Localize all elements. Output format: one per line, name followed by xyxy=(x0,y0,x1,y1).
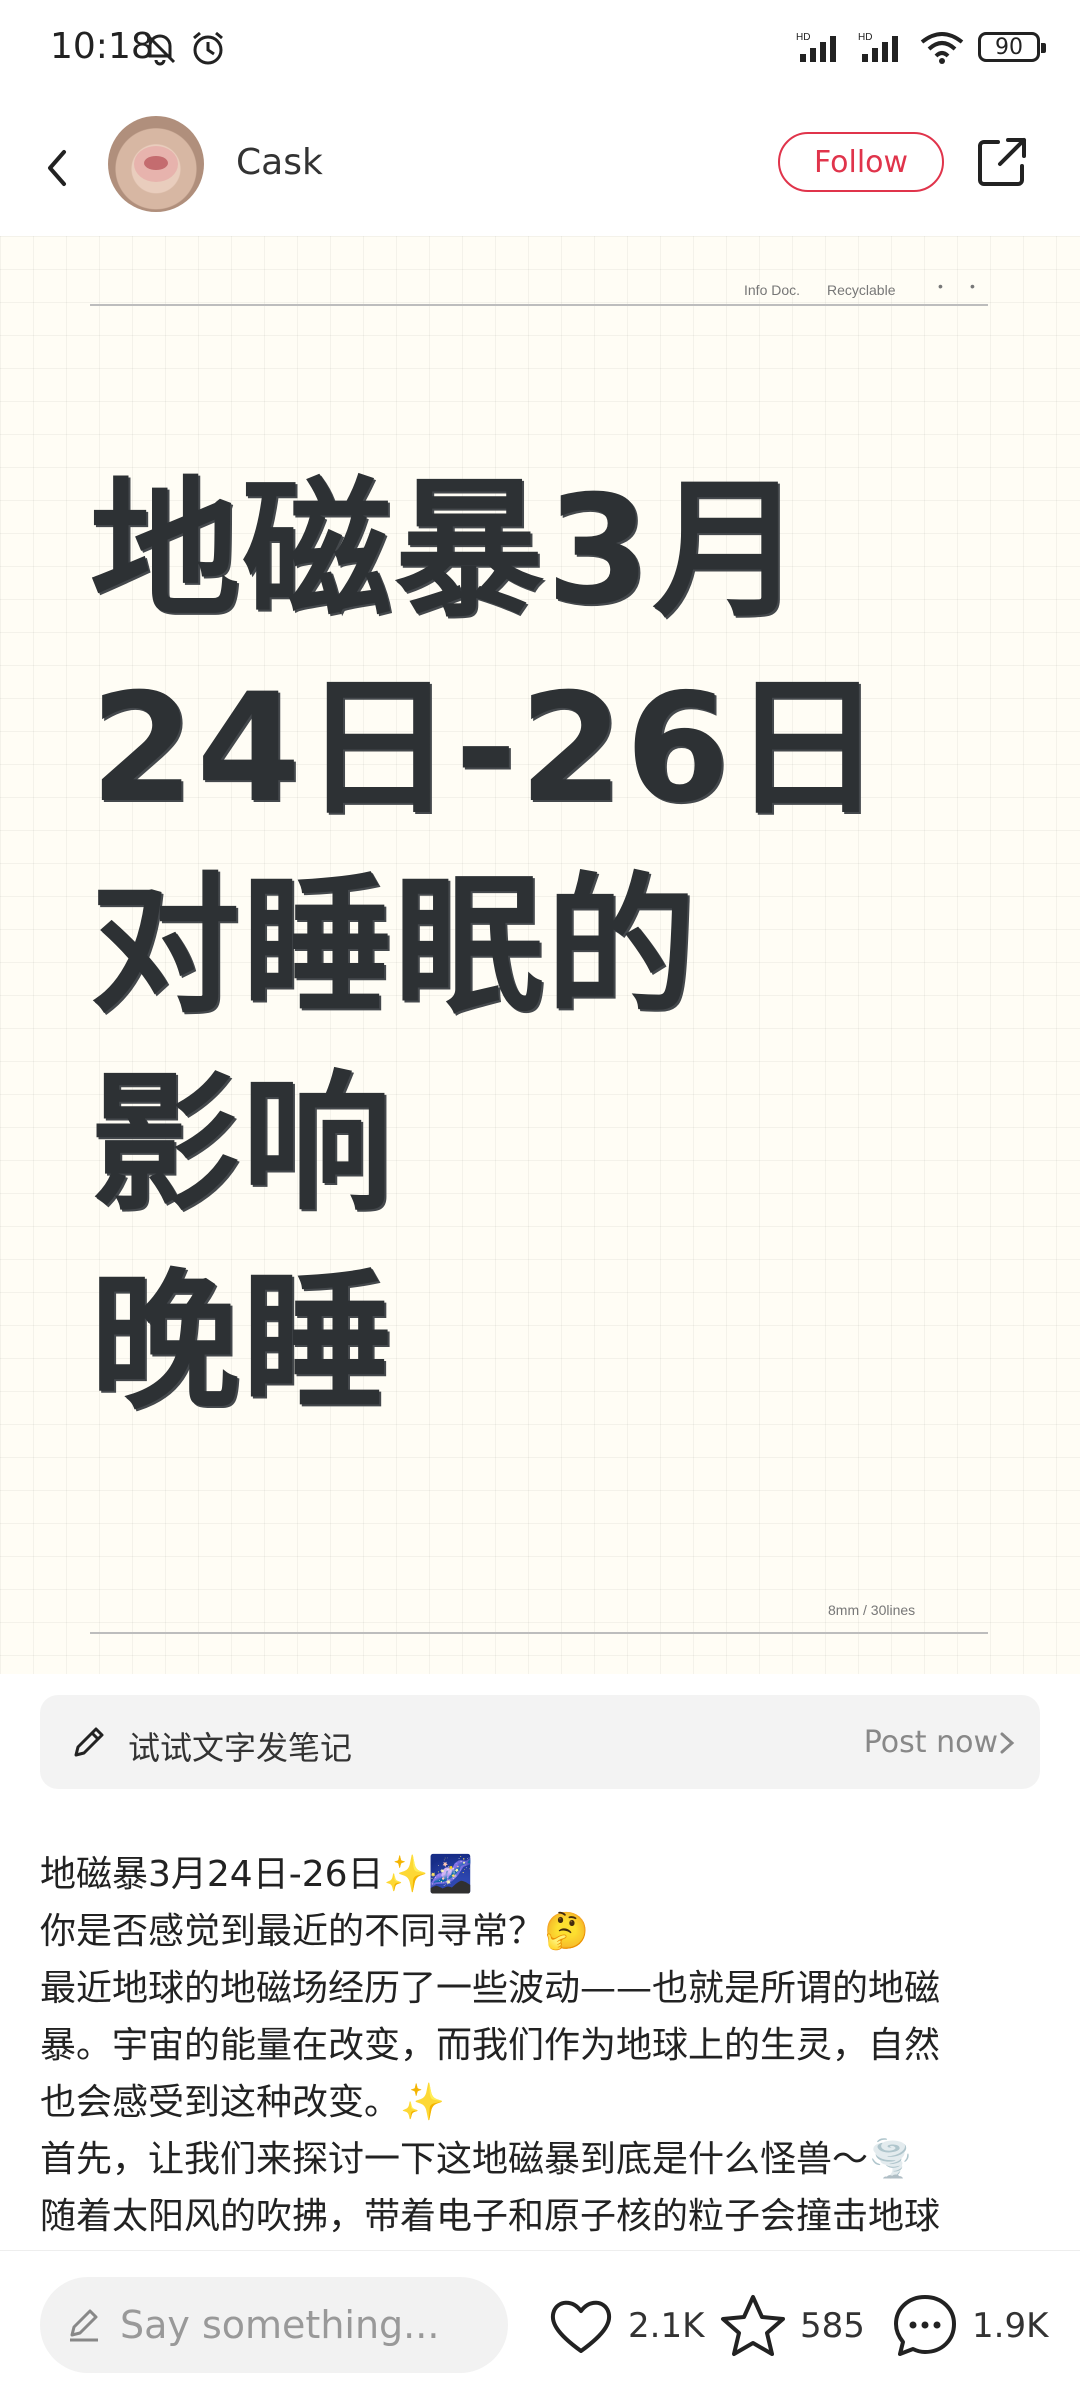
text-note-prompt: 试试文字发笔记 xyxy=(128,1729,353,1767)
wifi-icon xyxy=(920,32,964,64)
cover-bottom-rule xyxy=(90,1632,988,1634)
like-count: 2.1K xyxy=(628,2306,705,2346)
cover-footer-label: 8mm / 30lines xyxy=(828,1602,916,1618)
text-note-prompt-bar[interactable]: 试试文字发笔记 Post now xyxy=(40,1695,1040,1789)
post-body-line: 地磁暴3月24日-26日✨🌌 xyxy=(40,1854,474,1895)
cover-dot: • xyxy=(938,278,943,294)
cover-title-line: 对睡眠的 xyxy=(90,860,699,1034)
cover-title-line: 晚睡 xyxy=(90,1256,395,1430)
comment-bubble-icon xyxy=(894,2295,956,2356)
like-button[interactable]: 2.1K xyxy=(546,2291,704,2361)
battery-icon: 90 xyxy=(978,32,1046,62)
post-body: 地磁暴3月24日-26日✨🌌 你是否感觉到最近的不同寻常？🤔 最近地球的地磁场经… xyxy=(40,1846,1050,2245)
status-time: 10:18 xyxy=(50,26,154,67)
cover-top-rule xyxy=(90,304,988,306)
svg-text:HD: HD xyxy=(796,32,810,43)
bell-muted-icon xyxy=(144,32,176,66)
svg-text:HD: HD xyxy=(858,32,872,43)
pen-icon xyxy=(70,2309,98,2342)
cover-title-line: 影响 xyxy=(90,1058,395,1232)
post-body-line: 也会感受到这种改变。✨ xyxy=(40,2082,445,2123)
battery-level: 90 xyxy=(995,34,1023,60)
bottom-action-bar: Say something... 2.1K 585 1.9K xyxy=(0,2250,1080,2401)
back-icon[interactable] xyxy=(28,138,88,198)
follow-button[interactable]: Follow xyxy=(778,132,944,192)
cover-title: 地磁暴3月 24日-26日 对睡眠的 影响 晚睡 xyxy=(90,452,990,1442)
share-icon[interactable] xyxy=(972,132,1032,192)
alarm-icon xyxy=(193,31,223,65)
comment-input[interactable]: Say something... xyxy=(40,2277,508,2373)
comment-button[interactable]: 1.9K xyxy=(890,2291,1048,2361)
comment-placeholder: Say something... xyxy=(120,2303,440,2347)
post-body-line: 随着太阳风的吹拂，带着电子和原子核的粒子会撞击地球 xyxy=(40,2196,941,2237)
star-icon xyxy=(721,2295,785,2356)
comment-count: 1.9K xyxy=(972,2306,1049,2346)
post-body-line: 首先，让我们来探讨一下这地磁暴到底是什么怪兽～🌪️ xyxy=(40,2139,913,2180)
chevron-right-icon xyxy=(1000,1732,1015,1754)
cover-meta-right: Recyclable xyxy=(827,282,896,298)
signal-icon-2: HD xyxy=(858,32,898,62)
heart-icon xyxy=(550,2300,612,2353)
cover-meta-left: Info Doc. xyxy=(744,282,801,298)
post-body-line: 你是否感觉到最近的不同寻常？🤔 xyxy=(40,1911,589,1952)
signal-icon: HD xyxy=(796,32,836,62)
collect-count: 585 xyxy=(800,2306,865,2346)
pencil-icon xyxy=(74,1727,104,1757)
cover-image[interactable]: Info Doc. Recyclable • • 地磁暴3月 24日-26日 对… xyxy=(0,236,1080,1674)
avatar[interactable] xyxy=(108,116,204,212)
cover-title-line: 24日-26日 xyxy=(90,662,884,836)
post-now-button[interactable]: Post now xyxy=(864,1725,998,1760)
post-header: Cask Follow xyxy=(0,100,1080,237)
cover-dot-2: • xyxy=(970,278,975,294)
post-body-line: 最近地球的地磁场经历了一些波动——也就是所谓的地磁 xyxy=(40,1968,941,2009)
post-body-line: 暴。宇宙的能量在改变，而我们作为地球上的生灵，自然 xyxy=(40,2025,941,2066)
author-name[interactable]: Cask xyxy=(236,142,323,183)
collect-button[interactable]: 585 xyxy=(718,2291,865,2361)
status-bar: 10:18 HD HD 90 xyxy=(0,0,1080,100)
cover-title-line: 地磁暴3月 xyxy=(90,464,805,638)
